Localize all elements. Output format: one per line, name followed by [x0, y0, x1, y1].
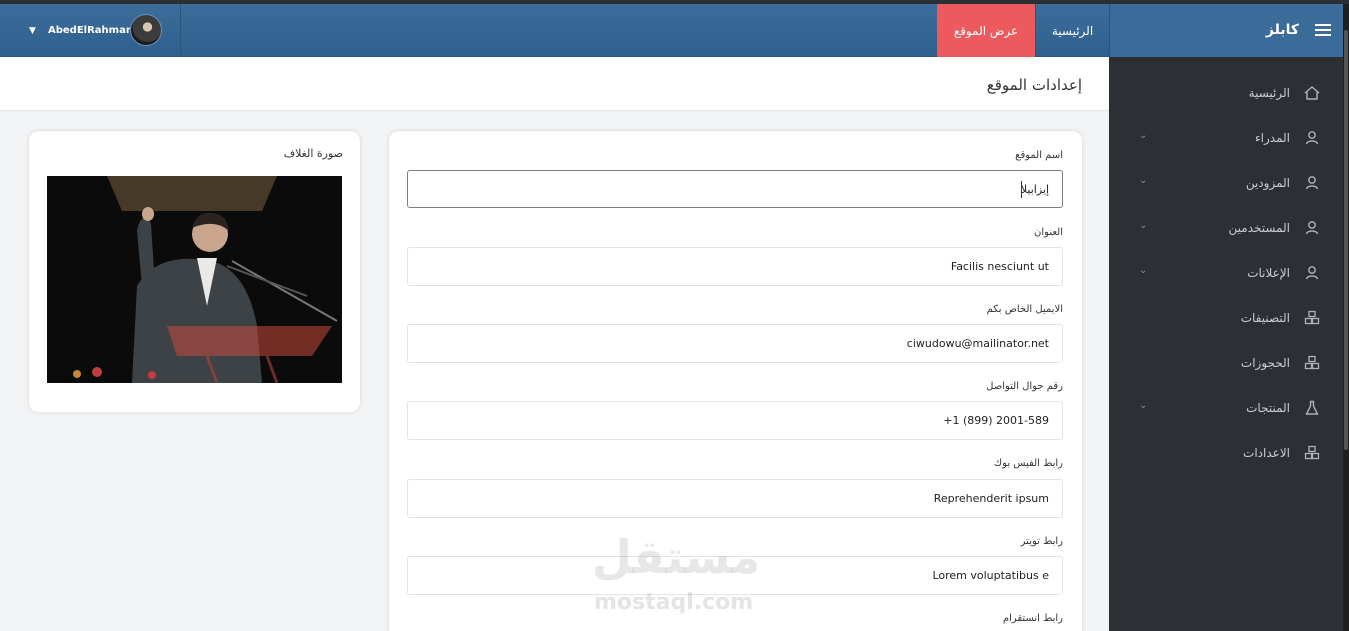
- brand-bar: كابلز: [1109, 4, 1343, 57]
- user-icon: [1305, 131, 1319, 145]
- phone-label: رقم جوال التواصل: [986, 381, 1063, 392]
- user-icon: [1305, 266, 1319, 280]
- sidebar-item-products[interactable]: ⌄ المنتجات: [1109, 387, 1343, 432]
- avatar[interactable]: [130, 14, 162, 46]
- sidebar-item-label: الاعدادات: [1243, 446, 1290, 460]
- sidebar-item-label: الإعلانات: [1247, 266, 1290, 280]
- top-header: ▼ AbedElRahman عرض الموقع الرئيسية: [0, 4, 1109, 57]
- sidebar-item-label: المنتجات: [1246, 401, 1290, 415]
- scrollbar-thumb[interactable]: [1344, 30, 1348, 450]
- cubes-icon: [1304, 355, 1320, 370]
- site-name-value: إيزابيلا: [1020, 183, 1049, 196]
- sidebar-item-label: الحجوزات: [1240, 356, 1290, 370]
- address-label: العنوان: [1034, 227, 1063, 238]
- home-icon: [1304, 86, 1320, 100]
- view-site-button[interactable]: عرض الموقع: [937, 4, 1035, 57]
- twitter-label: رابط تويتر: [1020, 536, 1063, 547]
- sidebar-item-label: الرئيسية: [1248, 86, 1290, 100]
- instagram-label: رابط انستقرام: [1002, 613, 1063, 624]
- page-title-bar: إعدادات الموقع: [0, 57, 1109, 111]
- email-label: الايميل الخاص بكم: [986, 304, 1063, 315]
- watermark: مستقل mostaql.com: [592, 530, 761, 620]
- watermark-latin: mostaql.com: [594, 590, 754, 615]
- cover-title: صورة الغلاف: [283, 147, 343, 160]
- user-menu[interactable]: ▼ AbedElRahman: [0, 4, 181, 57]
- brand-title[interactable]: كابلز: [1266, 22, 1299, 38]
- email-value: ciwudowu@mailinator.net: [906, 337, 1049, 350]
- sidebar-item-label: المدراء: [1255, 131, 1290, 145]
- chevron-down-icon[interactable]: ▼: [29, 26, 36, 36]
- cover-photo: [47, 176, 342, 383]
- chevron-down-icon: ⌄: [1139, 265, 1148, 276]
- phone-input[interactable]: +1 (899) 2001-589: [407, 401, 1063, 440]
- sidebar-item-ads[interactable]: ⌄ الإعلانات: [1109, 252, 1343, 297]
- address-value: Facilis nesciunt ut: [950, 260, 1049, 273]
- sidebar-item-categories[interactable]: التصنيفات: [1109, 297, 1343, 342]
- chevron-down-icon: ⌄: [1139, 130, 1148, 141]
- chevron-down-icon: ⌄: [1139, 220, 1148, 231]
- chevron-down-icon: ⌄: [1139, 400, 1148, 411]
- sidebar-item-providers[interactable]: ⌄ المزودين: [1109, 162, 1343, 207]
- cubes-icon: [1304, 445, 1320, 460]
- sidebar-item-bookings[interactable]: الحجوزات: [1109, 342, 1343, 387]
- user-icon: [1305, 221, 1319, 235]
- sidebar-item-label: التصنيفات: [1240, 311, 1290, 325]
- site-name-input[interactable]: إيزابيلا: [407, 170, 1063, 208]
- watermark-arabic: مستقل: [592, 530, 761, 584]
- site-name-label: اسم الموقع: [1015, 150, 1063, 161]
- address-input[interactable]: Facilis nesciunt ut: [407, 247, 1063, 286]
- sidebar-item-home[interactable]: الرئيسية: [1109, 72, 1343, 117]
- sidebar-item-label: المستخدمين: [1228, 221, 1290, 235]
- sidebar-item-admins[interactable]: ⌄ المدراء: [1109, 117, 1343, 162]
- sidebar-item-users[interactable]: ⌄ المستخدمين: [1109, 207, 1343, 252]
- sidebar: الرئيسية ⌄ المدراء ⌄ المزودين ⌄ المستخدم…: [1109, 57, 1343, 631]
- page-title: إعدادات الموقع: [986, 76, 1082, 94]
- facebook-value: Reprehenderit ipsum: [933, 492, 1049, 505]
- facebook-label: رابط الفيس بوك: [993, 458, 1063, 469]
- phone-value: +1 (899) 2001-589: [943, 414, 1049, 427]
- facebook-input[interactable]: Reprehenderit ipsum: [407, 479, 1063, 518]
- nav-home-link[interactable]: الرئيسية: [1035, 4, 1109, 57]
- sidebar-item-label: المزودين: [1245, 176, 1290, 190]
- text-cursor: [1021, 181, 1022, 198]
- chevron-down-icon: ⌄: [1139, 175, 1148, 186]
- cubes-icon: [1304, 310, 1320, 325]
- twitter-value: Lorem voluptatibus e: [932, 569, 1049, 582]
- cover-image-card: صورة الغلاف: [29, 131, 360, 412]
- menu-icon[interactable]: [1315, 24, 1331, 36]
- email-input[interactable]: ciwudowu@mailinator.net: [407, 324, 1063, 363]
- sidebar-item-settings[interactable]: الاعدادات: [1109, 432, 1343, 477]
- cover-image[interactable]: [47, 176, 342, 383]
- user-icon: [1305, 176, 1319, 190]
- user-name: AbedElRahman: [48, 25, 133, 36]
- flask-icon: [1305, 400, 1319, 415]
